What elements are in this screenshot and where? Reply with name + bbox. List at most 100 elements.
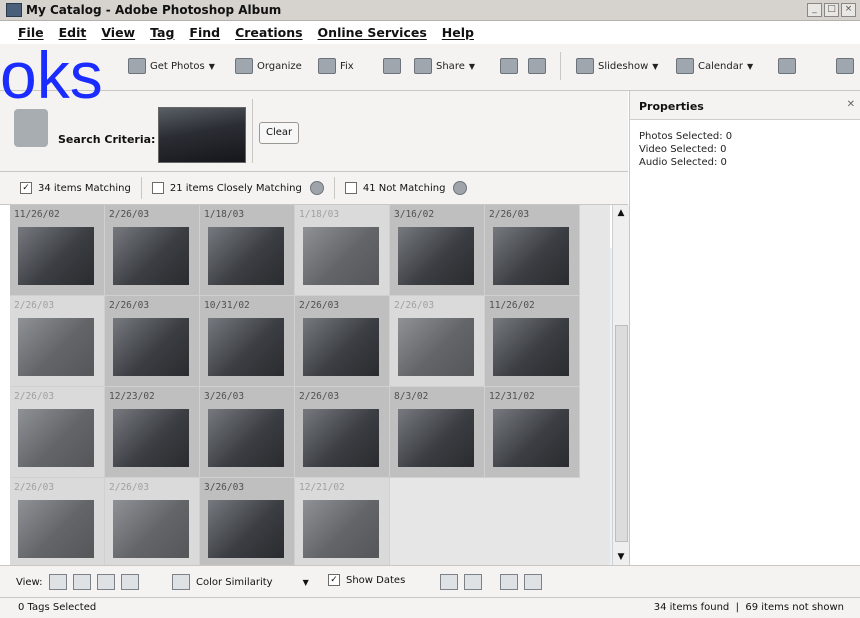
photo-cell[interactable]: 2/26/03 [295, 387, 390, 478]
photo-thumbnail[interactable] [398, 409, 474, 467]
organize-button[interactable]: Organize [235, 56, 302, 76]
get-photos-button[interactable]: Get Photos ▼ [128, 56, 215, 76]
closely-matching-checkbox[interactable] [151, 182, 164, 194]
photo-cell[interactable]: 2/26/03 [105, 478, 200, 565]
share-label: Share [436, 60, 465, 72]
calendar-icon [676, 58, 694, 74]
video-selected: Video Selected: 0 [639, 144, 727, 155]
photo-cell[interactable]: 11/26/02 [485, 296, 580, 387]
large-thumbnails-icon[interactable] [96, 574, 115, 590]
photo-thumbnail[interactable] [113, 409, 189, 467]
photo-thumbnail[interactable] [303, 500, 379, 558]
photo-cell[interactable]: 12/23/02 [105, 387, 200, 478]
photo-thumbnail[interactable] [208, 500, 284, 558]
photo-cell[interactable]: 8/3/02 [390, 387, 485, 478]
info-icon[interactable] [453, 181, 468, 195]
photo-thumbnail[interactable] [208, 318, 284, 376]
photo-cell[interactable]: 10/31/02 [200, 296, 295, 387]
photo-cell[interactable]: 3/26/03 [200, 387, 295, 478]
menu-online-services[interactable]: Online Services [318, 25, 427, 40]
photo-thumbnail[interactable] [303, 227, 379, 285]
details-view-icon[interactable] [120, 574, 139, 590]
timeline-button[interactable] [778, 56, 800, 76]
slideshow-button[interactable]: Slideshow ▼ [576, 56, 658, 76]
photo-cell[interactable]: 2/26/03 [10, 296, 105, 387]
fix-button[interactable]: Fix [318, 56, 354, 76]
photo-thumbnail[interactable] [18, 318, 94, 376]
photo-cell[interactable]: 2/26/03 [10, 478, 105, 565]
photo-cell[interactable]: 2/26/03 [105, 205, 200, 296]
photo-thumbnail[interactable] [303, 318, 379, 376]
photo-cell[interactable]: 2/26/03 [10, 387, 105, 478]
photo-thumbnail[interactable] [18, 227, 94, 285]
palette-icon [172, 574, 190, 590]
photo-cell[interactable]: 11/26/02 [10, 205, 105, 296]
photo-cell[interactable]: 2/26/03 [295, 296, 390, 387]
menu-view[interactable]: View [101, 25, 135, 40]
photo-thumbnail[interactable] [493, 227, 569, 285]
photo-cell[interactable]: 1/18/03 [295, 205, 390, 296]
properties-pane: Properties ✕ Photos Selected: 0 Video Se… [629, 91, 860, 565]
photo-cell[interactable]: 3/16/02 [390, 205, 485, 296]
photo-cell[interactable]: 2/26/03 [105, 296, 200, 387]
photo-thumbnail[interactable] [18, 500, 94, 558]
photo-thumbnail[interactable] [113, 500, 189, 558]
scroll-up-icon[interactable]: ▲ [613, 205, 629, 221]
not-matching-checkbox[interactable] [344, 182, 357, 194]
chevron-down-icon: ▼ [652, 61, 659, 71]
maximize-icon[interactable]: □ [824, 3, 839, 17]
vertical-scrollbar[interactable]: ▲ ▼ [612, 205, 629, 565]
rotate-icon[interactable] [464, 574, 482, 590]
menu-creations[interactable]: Creations [235, 25, 302, 40]
photo-thumbnail[interactable] [303, 409, 379, 467]
photo-thumbnail[interactable] [398, 318, 474, 376]
matching-filter[interactable]: ✓ 34 items Matching [20, 182, 131, 194]
photo-cell[interactable]: 1/18/03 [200, 205, 295, 296]
photo-thumbnail[interactable] [18, 409, 94, 467]
view-tools [440, 574, 548, 590]
photo-thumbnail[interactable] [493, 318, 569, 376]
minimize-icon[interactable]: _ [807, 3, 822, 17]
color-similarity-button[interactable]: Color Similarity ▼ [172, 574, 309, 590]
export-icon [500, 58, 518, 74]
photo-thumbnail[interactable] [113, 227, 189, 285]
share-button[interactable]: Share ▼ [414, 56, 475, 76]
close-icon[interactable]: ✕ [847, 99, 855, 110]
menu-find[interactable]: Find [189, 25, 220, 40]
tag-icon[interactable] [524, 574, 542, 590]
photo-cell[interactable]: 2/26/03 [485, 205, 580, 296]
photo-thumbnail[interactable] [113, 318, 189, 376]
search-criteria-thumbnail[interactable] [158, 107, 246, 163]
photo-cell[interactable]: 3/26/03 [200, 478, 295, 565]
not-matching-filter[interactable]: 41 Not Matching [344, 181, 468, 195]
stack-icon[interactable] [500, 574, 518, 590]
photo-thumbnail[interactable] [493, 409, 569, 467]
help-button[interactable] [836, 56, 858, 76]
photo-date: 3/26/03 [204, 391, 245, 402]
photo-thumbnail[interactable] [208, 227, 284, 285]
compare-button[interactable] [383, 56, 405, 76]
clear-button[interactable]: Clear [259, 122, 300, 144]
export-button[interactable] [500, 56, 522, 76]
scroll-thumb[interactable] [615, 325, 628, 542]
close-icon[interactable]: × [841, 3, 856, 17]
info-icon[interactable] [309, 181, 324, 195]
photo-thumbnail[interactable] [208, 409, 284, 467]
photo-cell[interactable]: 2/26/03 [390, 296, 485, 387]
closely-matching-filter[interactable]: 21 items Closely Matching [151, 181, 324, 195]
single-photo-icon[interactable] [440, 574, 458, 590]
calendar-button[interactable]: Calendar ▼ [676, 56, 753, 76]
photo-date: 2/26/03 [14, 300, 55, 311]
print-button[interactable] [528, 56, 550, 76]
menu-help[interactable]: Help [442, 25, 474, 40]
small-thumbnails-icon[interactable] [48, 574, 67, 590]
photo-cell[interactable]: 12/21/02 [295, 478, 390, 565]
show-dates-checkbox[interactable]: ✓ [328, 574, 340, 586]
medium-thumbnails-icon[interactable] [72, 574, 91, 590]
matching-checkbox[interactable]: ✓ [20, 182, 32, 194]
photo-thumbnail[interactable] [398, 227, 474, 285]
show-dates-toggle[interactable]: ✓ Show Dates [328, 574, 405, 586]
scroll-down-icon[interactable]: ▼ [613, 549, 629, 565]
photo-cell[interactable]: 12/31/02 [485, 387, 580, 478]
menu-tag[interactable]: Tag [150, 25, 174, 40]
